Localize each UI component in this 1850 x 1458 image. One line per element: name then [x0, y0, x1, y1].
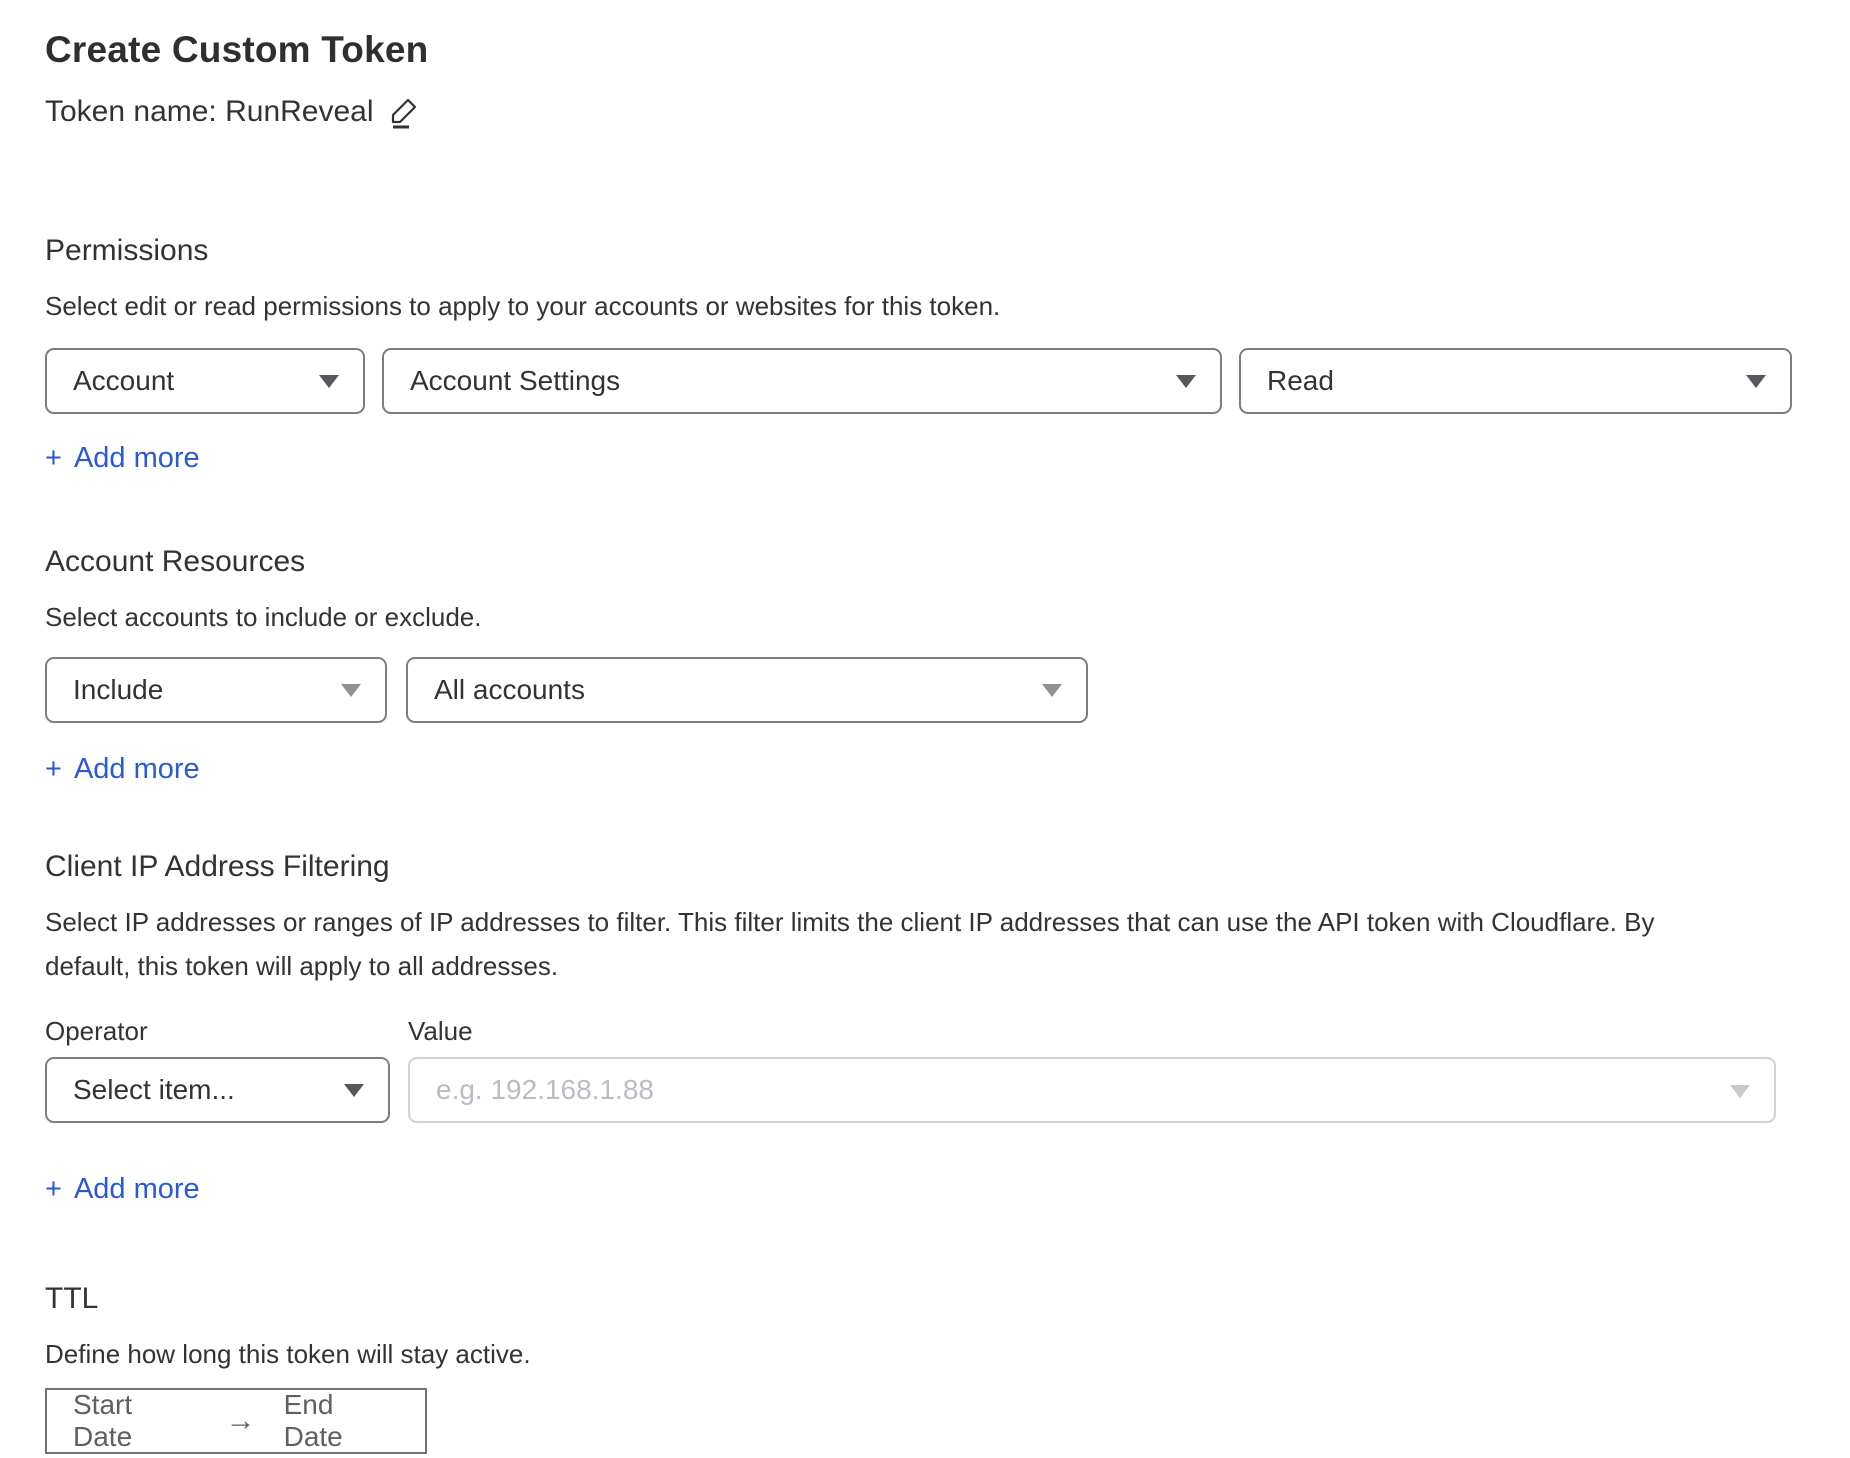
permission-access-dropdown[interactable]: Read [1239, 348, 1792, 414]
permission-group-value: Account Settings [410, 365, 620, 397]
resource-accounts-value: All accounts [434, 674, 585, 706]
ip-filter-labels-row: Operator Value [45, 1016, 1805, 1047]
add-more-permissions-link[interactable]: + Add more [45, 442, 200, 475]
plus-icon: + [45, 1173, 62, 1206]
ip-filtering-description: Select IP addresses or ranges of IP addr… [45, 900, 1725, 988]
add-more-ip-filters-link[interactable]: + Add more [45, 1173, 200, 1206]
value-label: Value [408, 1016, 473, 1047]
end-date-label: End Date [284, 1389, 399, 1453]
ip-value-input[interactable] [408, 1057, 1776, 1123]
resource-mode-dropdown[interactable]: Include [45, 657, 387, 723]
chevron-down-icon [319, 375, 339, 388]
add-more-resources-link[interactable]: + Add more [45, 753, 200, 786]
chevron-down-icon [1730, 1085, 1750, 1098]
operator-value: Select item... [73, 1074, 235, 1106]
ttl-heading: TTL [45, 1282, 1805, 1316]
permission-group-dropdown[interactable]: Account Settings [382, 348, 1222, 414]
ip-value-field-wrap [408, 1057, 1776, 1123]
permission-access-value: Read [1267, 365, 1334, 397]
token-name-row: Token name: RunReveal [45, 94, 1805, 130]
arrow-right-icon: → [226, 1406, 256, 1436]
chevron-down-icon [1042, 684, 1062, 697]
pencil-icon [388, 94, 422, 130]
add-more-label: Add more [74, 753, 200, 786]
chevron-down-icon [1176, 375, 1196, 388]
chevron-down-icon [1746, 375, 1766, 388]
chevron-down-icon [341, 684, 361, 697]
start-date-label: Start Date [73, 1389, 198, 1453]
ttl-date-range-picker[interactable]: Start Date → End Date [45, 1388, 427, 1454]
permissions-section: Permissions Select edit or read permissi… [45, 234, 1805, 475]
permissions-heading: Permissions [45, 234, 1805, 268]
edit-token-name-button[interactable] [388, 94, 422, 130]
ttl-description: Define how long this token will stay act… [45, 1332, 1805, 1376]
add-more-label: Add more [74, 1173, 200, 1206]
permissions-description: Select edit or read permissions to apply… [45, 284, 1805, 328]
operator-dropdown[interactable]: Select item... [45, 1057, 390, 1123]
plus-icon: + [45, 442, 62, 475]
ip-filtering-section: Client IP Address Filtering Select IP ad… [45, 850, 1805, 1206]
plus-icon: + [45, 753, 62, 786]
account-resources-description: Select accounts to include or exclude. [45, 595, 1805, 639]
permission-scope-dropdown[interactable]: Account [45, 348, 365, 414]
token-name-text: Token name: RunReveal [45, 95, 374, 129]
account-resources-heading: Account Resources [45, 545, 1805, 579]
permissions-dropdown-row: Account Account Settings Read [45, 348, 1805, 414]
account-resources-section: Account Resources Select accounts to inc… [45, 545, 1805, 786]
operator-label: Operator [45, 1016, 408, 1047]
chevron-down-icon [344, 1084, 364, 1097]
resource-accounts-dropdown[interactable]: All accounts [406, 657, 1088, 723]
page-title: Create Custom Token [45, 30, 1805, 70]
add-more-label: Add more [74, 442, 200, 475]
ip-filter-input-row: Select item... [45, 1057, 1805, 1123]
resource-mode-value: Include [73, 674, 163, 706]
permission-scope-value: Account [73, 365, 174, 397]
ip-filtering-heading: Client IP Address Filtering [45, 850, 1805, 884]
create-custom-token-page: Create Custom Token Token name: RunRevea… [0, 0, 1850, 1454]
ttl-section: TTL Define how long this token will stay… [45, 1282, 1805, 1454]
account-resources-dropdown-row: Include All accounts [45, 657, 1805, 723]
